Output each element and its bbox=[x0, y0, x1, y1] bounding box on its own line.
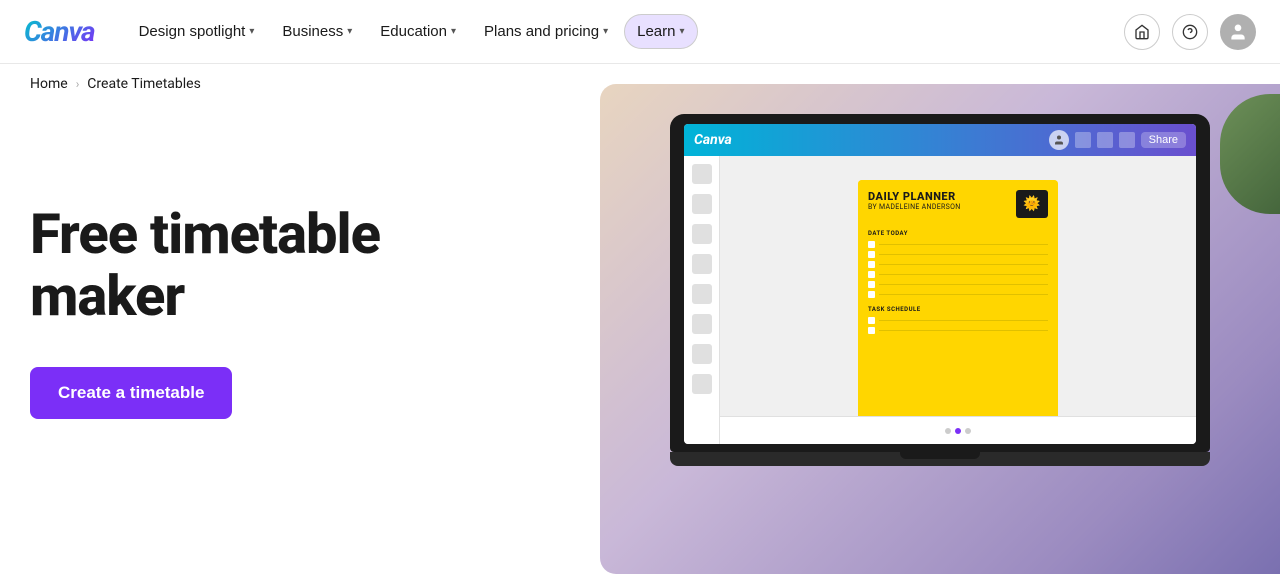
planner-card: DAILY PLANNER BY MADELEINE ANDERSON 🌞 bbox=[858, 180, 1058, 420]
editor-icon-1 bbox=[1075, 132, 1091, 148]
planner-line-4 bbox=[868, 271, 1048, 278]
task-line-2 bbox=[868, 327, 1048, 334]
chevron-down-icon: ▾ bbox=[680, 26, 685, 37]
checkbox-2 bbox=[868, 251, 875, 258]
planner-line-3 bbox=[868, 261, 1048, 268]
editor-logo: Canva bbox=[694, 132, 732, 148]
editor-canvas: DAILY PLANNER BY MADELEINE ANDERSON 🌞 bbox=[720, 156, 1196, 444]
editor-share-button[interactable]: Share bbox=[1141, 132, 1186, 148]
planner-task-label: TASK SCHEDULE bbox=[868, 306, 1048, 313]
breadcrumb-separator: › bbox=[76, 77, 80, 91]
planner-line-6 bbox=[868, 291, 1048, 298]
planner-line-5 bbox=[868, 281, 1048, 288]
task-checkbox-1 bbox=[868, 317, 875, 324]
hero-text: Free timetable maker Create a timetable bbox=[30, 144, 450, 419]
line-4 bbox=[879, 274, 1048, 275]
hero-background: Canva Share bbox=[600, 84, 1280, 574]
planner-body: DATE TODAY bbox=[858, 224, 1058, 340]
task-line-1 bbox=[868, 317, 1048, 324]
editor-sidebar bbox=[684, 156, 720, 444]
editor-page-dot-2 bbox=[955, 428, 961, 434]
chevron-down-icon: ▾ bbox=[347, 26, 352, 37]
checkbox-6 bbox=[868, 291, 875, 298]
planner-task-lines bbox=[868, 317, 1048, 334]
planner-line-2 bbox=[868, 251, 1048, 258]
nav-right-icons bbox=[1124, 14, 1256, 50]
editor-icon-3 bbox=[1119, 132, 1135, 148]
line-3 bbox=[879, 264, 1048, 265]
chevron-down-icon: ▾ bbox=[451, 26, 456, 37]
planner-date-lines bbox=[868, 241, 1048, 298]
create-timetable-button[interactable]: Create a timetable bbox=[30, 367, 232, 419]
nav-links: Design spotlight ▾ Business ▾ Education … bbox=[127, 14, 1124, 49]
main-content: Free timetable maker Create a timetable … bbox=[0, 104, 1280, 552]
task-line-item-2 bbox=[879, 330, 1048, 331]
nav-item-learn[interactable]: Learn ▾ bbox=[624, 14, 697, 49]
breadcrumb-current: Create Timetables bbox=[87, 76, 201, 92]
planner-icon-box: 🌞 bbox=[1016, 190, 1048, 218]
editor-body: DAILY PLANNER BY MADELEINE ANDERSON 🌞 bbox=[684, 156, 1196, 444]
help-icon-button[interactable] bbox=[1172, 14, 1208, 50]
editor-icon-2 bbox=[1097, 132, 1113, 148]
editor-user-avatar bbox=[1049, 130, 1069, 150]
planner-subtitle: BY MADELEINE ANDERSON bbox=[868, 203, 961, 211]
sidebar-icon-5 bbox=[692, 284, 712, 304]
sidebar-icon-7 bbox=[692, 344, 712, 364]
checkbox-5 bbox=[868, 281, 875, 288]
nav-item-design-spotlight[interactable]: Design spotlight ▾ bbox=[127, 15, 267, 48]
checkbox-3 bbox=[868, 261, 875, 268]
home-icon-button[interactable] bbox=[1124, 14, 1160, 50]
line-5 bbox=[879, 284, 1048, 285]
editor-page-dot-1 bbox=[945, 428, 951, 434]
leaf-decoration bbox=[1220, 94, 1280, 214]
planner-title-block: DAILY PLANNER BY MADELEINE ANDERSON bbox=[868, 190, 961, 211]
line-2 bbox=[879, 254, 1048, 255]
chevron-down-icon: ▾ bbox=[249, 26, 254, 37]
navbar: Canva Design spotlight ▾ Business ▾ Educ… bbox=[0, 0, 1280, 64]
brand-logo[interactable]: Canva bbox=[24, 15, 95, 48]
planner-title: DAILY PLANNER bbox=[868, 190, 961, 203]
user-avatar[interactable] bbox=[1220, 14, 1256, 50]
planner-header: DAILY PLANNER BY MADELEINE ANDERSON 🌞 bbox=[858, 180, 1058, 224]
checkbox-1 bbox=[868, 241, 875, 248]
line-6 bbox=[879, 294, 1048, 295]
laptop-screen-outer: Canva Share bbox=[670, 114, 1210, 452]
laptop-notch bbox=[900, 452, 980, 459]
sidebar-icon-6 bbox=[692, 314, 712, 334]
hero-title: Free timetable maker bbox=[30, 204, 450, 327]
nav-item-plans-pricing[interactable]: Plans and pricing ▾ bbox=[472, 15, 620, 48]
sidebar-icon-1 bbox=[692, 164, 712, 184]
nav-item-education[interactable]: Education ▾ bbox=[368, 15, 468, 48]
task-line-item-1 bbox=[879, 320, 1048, 321]
planner-divider bbox=[868, 298, 1048, 306]
laptop-mockup: Canva Share bbox=[670, 114, 1210, 466]
planner-date-label: DATE TODAY bbox=[868, 230, 1048, 237]
checkbox-4 bbox=[868, 271, 875, 278]
task-checkbox-2 bbox=[868, 327, 875, 334]
line-1 bbox=[879, 244, 1048, 245]
sidebar-icon-2 bbox=[692, 194, 712, 214]
editor-topbar: Canva Share bbox=[684, 124, 1196, 156]
laptop-base bbox=[670, 452, 1210, 466]
sidebar-icon-4 bbox=[692, 254, 712, 274]
editor-bottombar bbox=[720, 416, 1196, 444]
editor-page-dot-3 bbox=[965, 428, 971, 434]
laptop-screen: Canva Share bbox=[684, 124, 1196, 444]
sidebar-icon-3 bbox=[692, 224, 712, 244]
planner-sun-icon: 🌞 bbox=[1023, 196, 1040, 212]
planner-line-1 bbox=[868, 241, 1048, 248]
nav-item-business[interactable]: Business ▾ bbox=[270, 15, 364, 48]
chevron-down-icon: ▾ bbox=[603, 26, 608, 37]
sidebar-icon-8 bbox=[692, 374, 712, 394]
editor-topbar-right: Share bbox=[1049, 130, 1186, 150]
breadcrumb-home[interactable]: Home bbox=[30, 76, 68, 92]
